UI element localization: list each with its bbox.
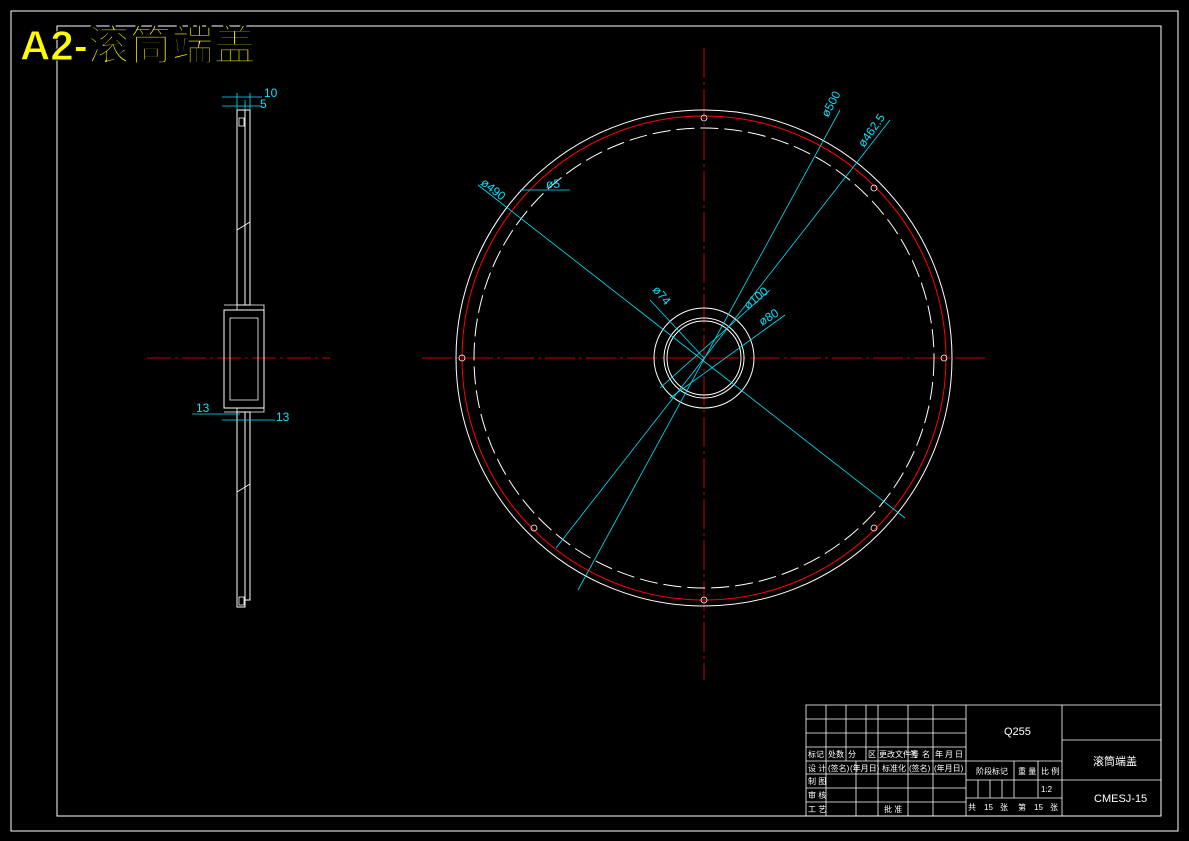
sheet-title: A2-滚筒端盖: [20, 22, 256, 69]
side-plate-top: [236, 109, 251, 306]
dim-phi80: ø80: [756, 306, 781, 329]
tb-approve: 批 准: [884, 804, 902, 814]
tb-header-7: 年: [935, 749, 943, 759]
tb-draw: 制 图: [808, 776, 826, 786]
leader-phi490: [477, 184, 906, 519]
tb-design-4: (签名): [909, 763, 931, 773]
tb-stage-mark: 阶段标记: [976, 766, 1008, 776]
side-break-mark-2: [236, 483, 251, 493]
tb-header-8: 月: [945, 750, 953, 759]
dim-phi74: ø74: [650, 283, 674, 308]
side-view: 10 5 13 13: [147, 86, 330, 608]
tb-header-5: 签: [910, 749, 918, 759]
tb-header-9: 日: [955, 750, 963, 759]
tb-sheets-total-label: 共: [968, 803, 976, 812]
side-plate-bottom: [236, 411, 251, 608]
tb-check: 审 核: [808, 790, 826, 800]
dim-phi5: ø5: [546, 177, 560, 191]
dim-5: 5: [260, 97, 267, 111]
tb-design-2: (年月日): [850, 763, 880, 773]
dim-13-right: 13: [276, 410, 290, 424]
tb-header-2: 分: [848, 750, 856, 759]
leader-phi462-5: [555, 119, 891, 549]
tb-drawing-no: CMESJ-15: [1094, 793, 1147, 805]
tb-sheet-no: 15: [1034, 803, 1043, 812]
tb-sheets-total: 15: [984, 803, 993, 812]
tb-sheet-no-label: 第: [1018, 802, 1026, 812]
tb-process: 工 艺: [808, 805, 826, 814]
leader-phi500: [577, 109, 841, 591]
tb-part-name: 滚筒端盖: [1093, 754, 1137, 768]
dim-13-left: 13: [196, 401, 210, 415]
tb-design-0: 设 计: [808, 763, 826, 773]
dim-phi500: ø500: [818, 88, 843, 119]
tb-header-6: 名: [922, 749, 930, 759]
tb-header-1: 处数: [828, 749, 844, 759]
side-bolt-hole-top: [238, 117, 245, 127]
tb-design-5: (年月日): [934, 763, 964, 773]
tb-scale: 1:2: [1041, 785, 1053, 794]
side-hub-inner: [224, 304, 265, 413]
side-break-mark-1: [236, 221, 251, 231]
dim-phi490: ø490: [478, 175, 508, 203]
tb-header-3: 区: [868, 750, 876, 759]
tb-sheet-no-unit: 张: [1050, 803, 1058, 812]
tb-weight: 重 量: [1018, 766, 1036, 776]
outer-border: [10, 10, 1179, 832]
tb-material: Q255: [1004, 726, 1031, 738]
dim-phi100: ø100: [741, 284, 771, 313]
side-bolt-hole-bottom: [238, 596, 245, 606]
drawing-sheet: A2-滚筒端盖 10 5 13 13 ø500 ø462.5 ø490 ø5 ø…: [10, 10, 1179, 832]
tb-ratio: 比 例: [1041, 766, 1059, 776]
tb-design-3: 标准化: [882, 763, 906, 773]
tb-design-1: (签名): [828, 763, 850, 773]
tb-header-0: 标记: [808, 749, 824, 759]
front-view: ø500 ø462.5 ø490 ø5 ø74 ø100 ø80: [422, 48, 986, 680]
tb-sheets-unit: 张: [1000, 803, 1008, 812]
inner-border: [56, 25, 1162, 817]
